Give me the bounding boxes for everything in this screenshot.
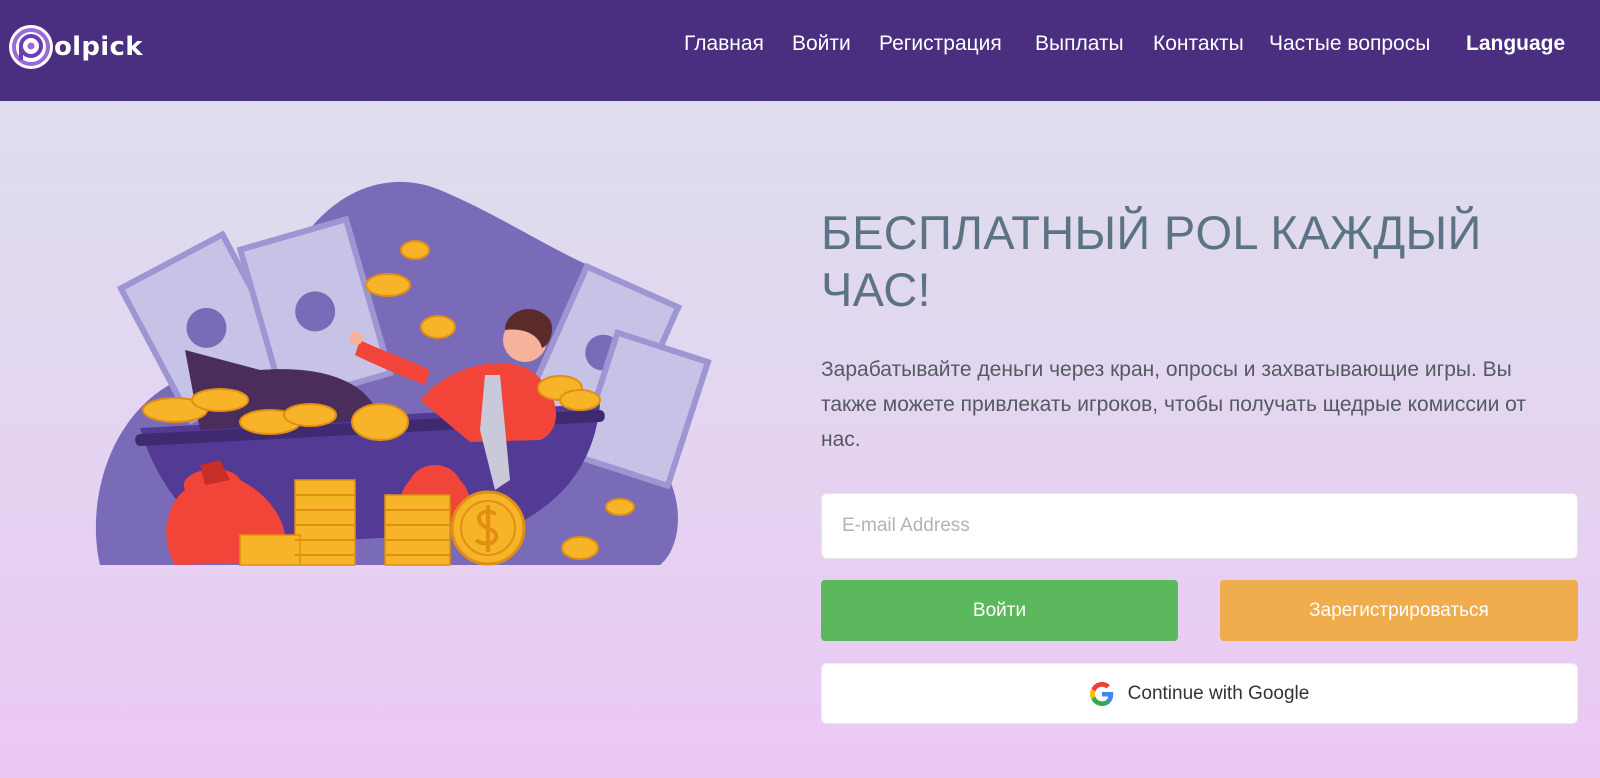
- nav-faq[interactable]: Частые вопросы: [1269, 30, 1430, 58]
- google-login-label: Continue with Google: [1127, 682, 1310, 704]
- brand-logo[interactable]: olpick: [6, 22, 143, 72]
- nav-contacts[interactable]: Контакты: [1153, 30, 1244, 58]
- login-button[interactable]: Войти: [821, 580, 1178, 641]
- nav-register[interactable]: Регистрация: [879, 30, 1002, 58]
- email-input[interactable]: [821, 493, 1578, 559]
- nav-language[interactable]: Language: [1466, 30, 1565, 58]
- nav-payouts[interactable]: Выплаты: [1035, 30, 1124, 58]
- man-in-money-bathtub-illustration: [95, 181, 712, 566]
- register-button[interactable]: Зарегистрироваться: [1220, 580, 1578, 641]
- top-navbar: olpick Главная Войти Регистрация Выплаты…: [0, 0, 1600, 101]
- brand-name: olpick: [54, 32, 143, 62]
- hero-description: Зарабатывайте деньги через кран, опросы …: [821, 358, 1526, 451]
- hero-title: БЕСПЛАТНЫЙ POL КАЖДЫЙ ЧАС!: [821, 206, 1482, 316]
- dollar-coin: [450, 490, 526, 566]
- nav-home[interactable]: Главная: [684, 30, 764, 58]
- nav-login[interactable]: Войти: [792, 30, 851, 58]
- google-login-button[interactable]: Continue with Google: [821, 663, 1578, 724]
- google-g-icon: [1089, 681, 1113, 706]
- polpick-logo-icon: [9, 25, 53, 69]
